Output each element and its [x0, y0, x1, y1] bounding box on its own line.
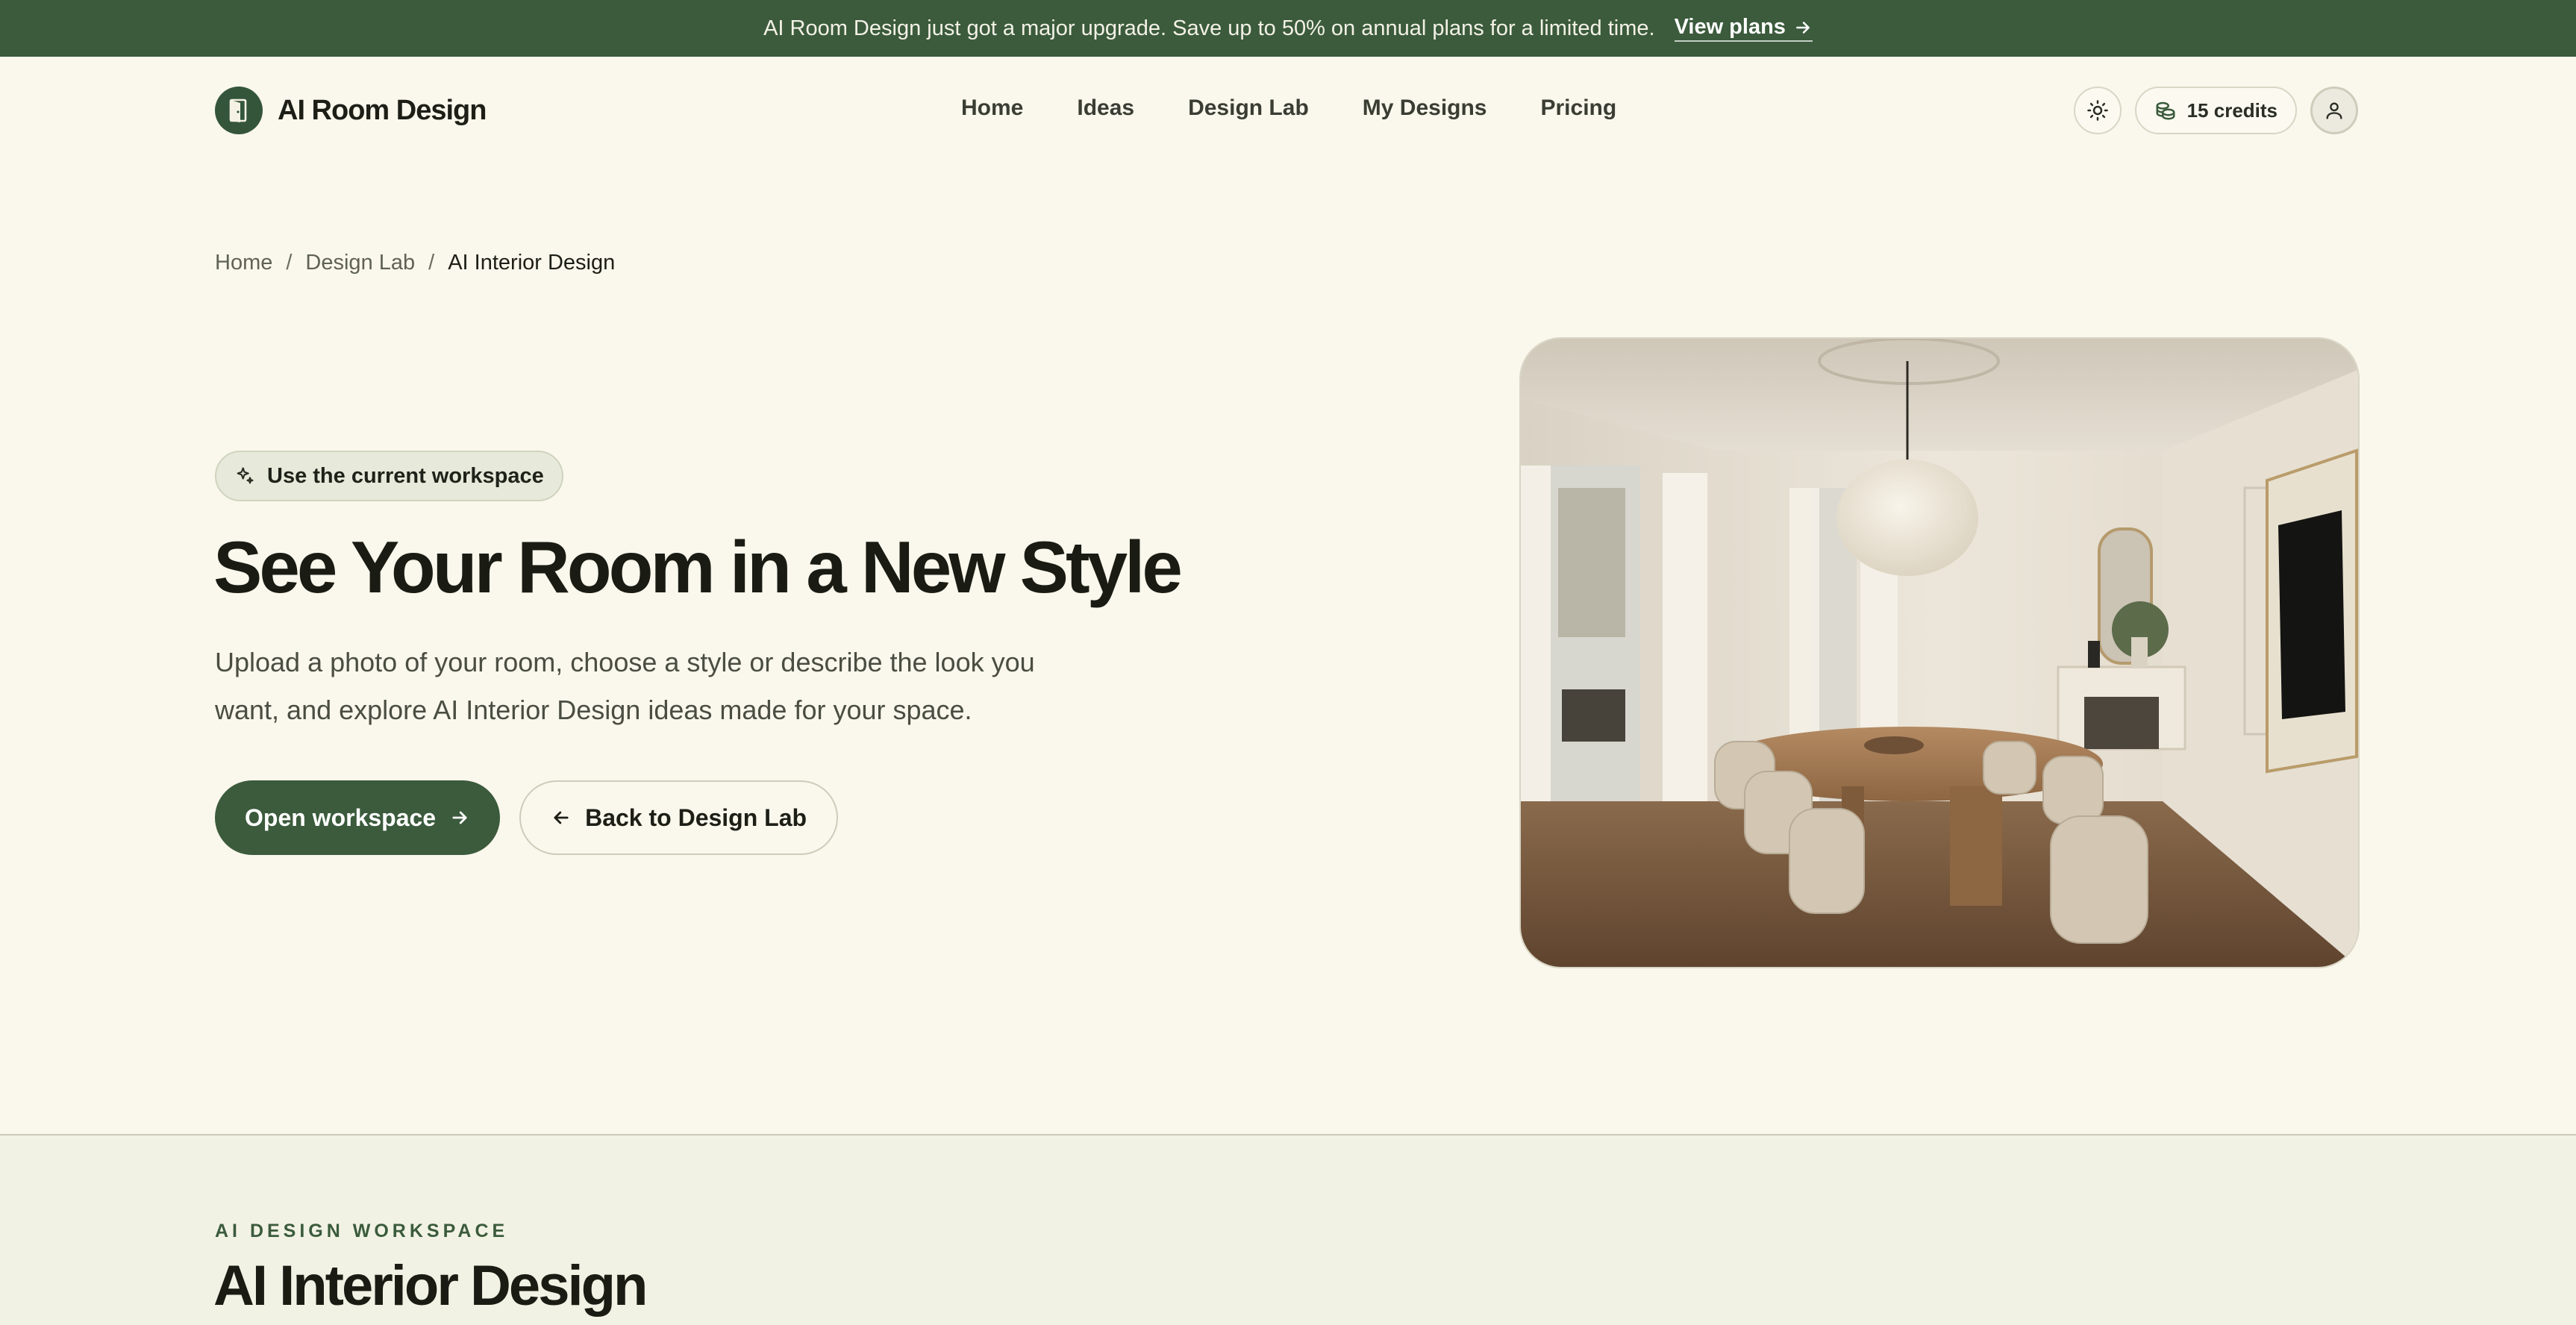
nav-home[interactable]: Home [961, 95, 1023, 121]
door-logo-icon [215, 87, 263, 134]
hero-description: Upload a photo of your room, choose a st… [215, 647, 1035, 725]
theme-toggle-button[interactable] [2073, 87, 2122, 134]
header-actions: 15 credits [2073, 87, 2358, 134]
sparkles-icon [237, 467, 254, 484]
nav-design-lab[interactable]: Design Lab [1188, 95, 1309, 121]
user-icon [2326, 102, 2342, 119]
breadcrumb-separator: / [286, 251, 293, 275]
announcement-text: AI Room Design just got a major upgrade.… [763, 16, 1655, 40]
hero-room-image [1519, 337, 2360, 968]
open-workspace-label: Open workspace [245, 804, 437, 831]
nav-my-designs[interactable]: My Designs [1363, 95, 1487, 121]
arrow-right-icon [452, 811, 467, 824]
view-plans-label: View plans [1674, 15, 1786, 39]
breadcrumb-home[interactable]: Home [215, 251, 272, 275]
site-header: AI Room Design Home Ideas Design Lab My … [0, 57, 2576, 164]
main-nav: Home Ideas Design Lab My Designs Pricing [961, 95, 1616, 121]
nav-ideas[interactable]: Ideas [1077, 95, 1134, 121]
breadcrumb-separator: / [428, 251, 435, 275]
back-to-design-lab-button[interactable]: Back to Design Lab [519, 780, 839, 855]
breadcrumb: Home / Design Lab / AI Interior Design [215, 251, 615, 275]
brand-name: AI Room Design [278, 94, 487, 126]
breadcrumb-current: AI Interior Design [448, 251, 616, 275]
workspace-badge-label: Use the current workspace [267, 463, 544, 488]
credits-button[interactable]: 15 credits [2134, 87, 2297, 134]
credits-label: 15 credits [2186, 98, 2278, 122]
section-title: AI Interior Design [213, 1254, 648, 1318]
coins-icon [2156, 101, 2175, 120]
arrow-left-icon [554, 811, 569, 824]
view-plans-link[interactable]: View plans [1674, 15, 1813, 42]
section-eyebrow: AI DESIGN WORKSPACE [215, 1221, 509, 1241]
brand-home-link[interactable]: AI Room Design [215, 87, 487, 134]
arrow-right-icon [1796, 21, 1810, 34]
workspace-badge: Use the current workspace [215, 451, 563, 501]
nav-pricing[interactable]: Pricing [1541, 95, 1617, 121]
back-to-design-lab-label: Back to Design Lab [585, 804, 807, 831]
breadcrumb-design-lab[interactable]: Design Lab [305, 251, 415, 275]
user-avatar-button[interactable] [2310, 87, 2358, 134]
hero-actions: Open workspace Back to Design Lab [215, 780, 839, 855]
sun-icon [2086, 100, 2108, 121]
hero-title: See Your Room in a New Style [213, 526, 1183, 608]
open-workspace-button[interactable]: Open workspace [215, 780, 501, 855]
announcement-bar: AI Room Design just got a major upgrade.… [0, 0, 2576, 57]
